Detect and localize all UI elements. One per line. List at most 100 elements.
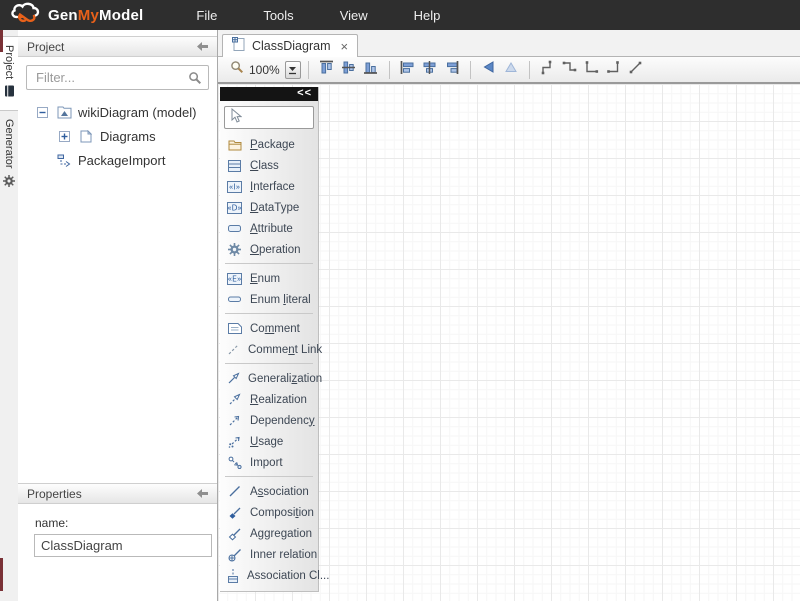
genmymodel-logo[interactable]: GenMyModel [8,1,143,29]
top-menubar: GenMyModel FileToolsViewHelp [0,0,800,30]
tree-item-diagrams[interactable]: Diagrams [18,124,217,148]
palette-separator [225,263,313,264]
menu-file[interactable]: File [173,2,240,29]
properties-panel: Properties name: [18,483,217,557]
name-field[interactable] [34,534,212,557]
toolbar-button-route-straight[interactable] [625,59,647,81]
enum-icon: «E» [227,273,242,285]
collapse-panel-icon[interactable] [197,38,208,56]
selection-tool-button[interactable] [224,106,314,129]
palette-tool-comment[interactable]: Comment [220,318,318,339]
association-class-icon [227,569,239,583]
palette-tool-label: Package [250,139,295,151]
palette-tool-label: Operation [250,244,301,256]
menu-tools[interactable]: Tools [240,2,316,29]
zoom-dropdown-button[interactable] [285,61,301,79]
palette-tool-label: Enum [250,273,280,285]
toolbar-button-align-left[interactable] [397,59,419,81]
aggregation-icon [227,527,242,541]
palette-collapse-button[interactable]: << [220,87,318,101]
palette-tool-attribute[interactable]: Attribute [220,218,318,239]
toolbar-button-flip-horizontal[interactable] [478,59,500,81]
palette-tool-label: Inner relation [250,549,317,561]
genmymodel-app: GenMyModel FileToolsViewHelp ProjectGene… [0,0,800,601]
menubar: FileToolsViewHelp [173,2,463,29]
gear-icon [3,174,15,192]
tree-item-packageimport[interactable]: PackageImport [18,148,217,172]
editor-tabbar: ClassDiagram × [218,30,800,57]
palette-separator [225,476,313,477]
route-corner2-icon [605,59,622,81]
menu-help[interactable]: Help [391,2,464,29]
align-right-icon [443,59,460,81]
palette-separator [225,313,313,314]
palette-tool-class[interactable]: Class [220,155,318,176]
palette-tool-inner-relation[interactable]: Inner relation [220,544,318,565]
palette-tool-label: Usage [250,436,283,448]
tree-expand-icon[interactable] [56,131,72,142]
palette-tool-usage[interactable]: Usage [220,431,318,452]
palette-tool-enum[interactable]: «E» Enum [220,268,318,289]
palette-tool-label: Aggregation [250,528,312,540]
toolbar-separator [308,61,309,79]
palette-tool-label: Realization [250,394,307,406]
palette-tool-association[interactable]: Association [220,481,318,502]
palette-tool-enum-literal[interactable]: Enum literal [220,289,318,310]
toolbar-button-align-right[interactable] [441,59,463,81]
toolbar-button-route-step2[interactable] [559,59,581,81]
palette-tool-datatype[interactable]: «D»DataType [220,197,318,218]
route-corner-icon [583,59,600,81]
palette-tool-aggregation[interactable]: Aggregation [220,523,318,544]
palette-tool-label: DataType [250,202,299,214]
search-icon [188,71,202,90]
left-edge-scrollbar-bottom[interactable] [0,558,3,591]
toolbar-separator [470,61,471,79]
align-top-icon [318,59,335,81]
project-panel-header: Project [18,36,217,57]
side-rail: ProjectGenerator [0,30,18,601]
toolbar-button-route-step[interactable] [537,59,559,81]
tree-item-wikidiagram-model[interactable]: wikiDiagram (model) [18,100,217,124]
left-edge-scrollbar-top[interactable] [0,30,3,52]
dependency-icon [227,414,242,427]
palette-tool-composition[interactable]: Composition [220,502,318,523]
diagram-tab-icon [232,37,245,56]
project-tree: wikiDiagram (model)DiagramsPackageImport [18,100,217,172]
comment-link-icon [227,343,240,356]
tool-palette: << Package Class«I»Interface«D»DataTypeAt… [220,87,319,592]
tab-classdiagram[interactable]: ClassDiagram × [222,34,358,57]
toolbar-button-align-middle[interactable] [338,59,360,81]
diagram-editor: ClassDiagram × 100% << PackageClass«I»In… [218,30,800,601]
toolbar-button-align-bottom[interactable] [360,59,382,81]
rail-tab-generator[interactable]: Generator [0,111,18,200]
collapse-panel-icon[interactable] [197,485,208,503]
palette-tool-label: Dependency [250,415,315,427]
palette-tool-comment-link[interactable]: Comment Link [220,339,318,360]
menu-view[interactable]: View [317,2,391,29]
palette-tool-association-cl[interactable]: Association Cl... [220,565,318,586]
zoom-icon [230,60,244,79]
palette-tool-import[interactable]: Import [220,452,318,473]
package-import-icon [56,154,72,167]
toolbar-button-route-corner[interactable] [581,59,603,81]
palette-tool-label: Composition [250,507,314,519]
package-icon [227,139,242,151]
toolbar-button-route-corner2[interactable] [603,59,625,81]
tree-collapse-icon[interactable] [34,107,50,118]
palette-tool-package[interactable]: Package [220,134,318,155]
palette-tool-label: Comment Link [248,344,322,356]
left-panel: Project wikiDiagram (model)DiagramsPacka… [18,30,218,601]
palette-tool-realization[interactable]: Realization [220,389,318,410]
close-icon[interactable]: × [341,39,349,54]
palette-tool-operation[interactable]: Operation [220,239,318,260]
toolbar-button-align-top[interactable] [316,59,338,81]
route-straight-icon [627,59,644,81]
toolbar-button-align-center[interactable] [419,59,441,81]
palette-tool-generalization[interactable]: Generalization [220,368,318,389]
palette-tool-interface[interactable]: «I»Interface [220,176,318,197]
toolbar-button-flip-vertical[interactable] [500,59,522,81]
rail-tab-label: Generator [3,119,15,169]
filter-input[interactable] [26,65,209,90]
flip-vertical-icon [503,59,519,80]
palette-tool-dependency[interactable]: Dependency [220,410,318,431]
